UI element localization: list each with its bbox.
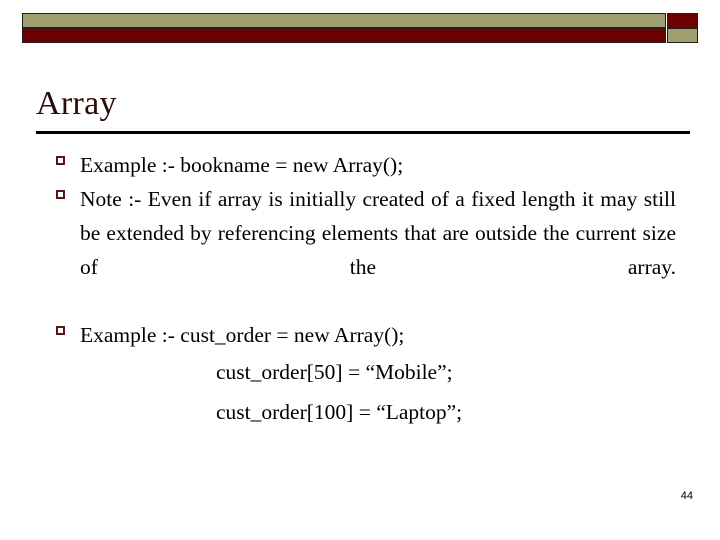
bullet-item-1: Example :- bookname = new Array(); [36, 148, 676, 182]
hollow-square-bullet-icon [56, 190, 65, 199]
banner-top-square [667, 13, 698, 28]
banner-row-top [22, 13, 698, 28]
slide-body: Example :- bookname = new Array(); Note … [36, 148, 676, 432]
slide-header-banner [22, 13, 698, 43]
slide-title: Array [36, 85, 117, 122]
bullet-item-3: Example :- cust_order = new Array(); [36, 318, 676, 352]
code-line-2: cust_order[100] = “Laptop”; [216, 400, 463, 424]
title-underline-rule [36, 131, 690, 134]
code-line-1: cust_order[50] = “Mobile”; [216, 360, 453, 384]
banner-top-long-bar [22, 13, 666, 28]
banner-row-bottom [22, 28, 698, 43]
bullet-item-2-text: Note :- Even if array is initially creat… [80, 187, 676, 279]
bullet-item-3-text: Example :- cust_order = new Array(); [80, 323, 405, 347]
banner-bottom-long-bar [22, 28, 666, 43]
hollow-square-bullet-icon [56, 156, 65, 165]
bullet-item-1-text: Example :- bookname = new Array(); [80, 153, 404, 177]
banner-bottom-square [667, 28, 698, 43]
bullet-item-2: Note :- Even if array is initially creat… [36, 182, 676, 318]
page-number: 44 [680, 490, 693, 502]
hollow-square-bullet-icon [56, 326, 65, 335]
